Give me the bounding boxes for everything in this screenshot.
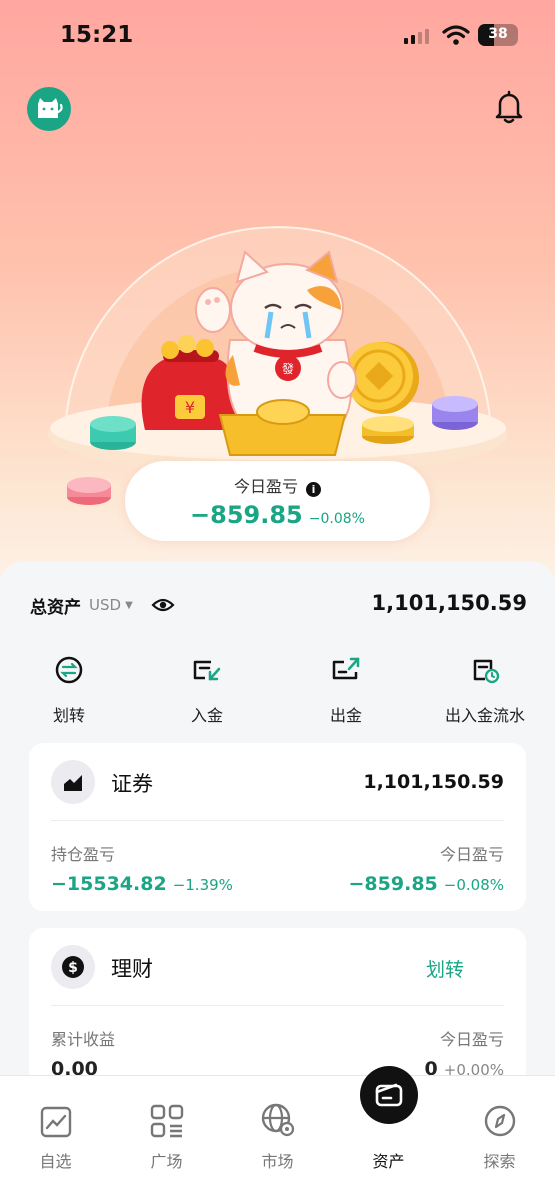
wealth-title: 理财 [111,957,153,981]
divider [51,1005,504,1006]
securities-today-pnl-percent: −0.08% [443,876,504,894]
wifi-icon [442,25,470,45]
currency-selector[interactable]: USD [89,596,121,614]
svg-text:$: $ [68,960,78,976]
status-bar: 15:21 38 [0,0,555,76]
action-transfer[interactable]: 划转 [14,652,124,726]
today-pnl-value: −859.85 [190,501,303,529]
total-assets-value: 1,101,150.59 [371,591,527,615]
avatar[interactable] [27,87,71,131]
compass-icon [484,1105,515,1137]
caret-down-icon[interactable]: ▼ [125,600,133,611]
stock-chart-icon [64,775,82,791]
tab-market[interactable]: 市场 [222,1076,333,1172]
tab-label: 探索 [483,1152,516,1171]
tab-explore[interactable]: 探索 [444,1076,555,1172]
today-pnl-label: 今日盈亏 [233,477,298,496]
tab-label: 资产 [372,1152,405,1171]
market-globe-icon [261,1103,294,1137]
today-pnl-percent: −0.08% [308,511,365,527]
action-label: 出金 [329,706,362,725]
action-label: 出入金流水 [444,706,525,725]
history-icon [473,659,500,684]
today-pnl-pill: 今日盈亏 i −859.85 −0.08% [125,461,430,541]
cat-avatar-icon [38,98,63,118]
total-assets-row: 总资产 USD ▼ [30,592,175,618]
wealth-transfer-link[interactable]: 划转 [426,955,464,982]
withdraw-icon [332,657,360,680]
tab-label: 自选 [39,1152,72,1171]
bag-yen-symbol: ¥ [185,398,195,417]
square-icon [150,1104,183,1138]
battery-icon: 38 [478,24,518,46]
wealth-card[interactable]: $ 理财 划转 累计收益 今日盈亏 0.00 0 +0.00% [29,928,526,1088]
mascot-badge-text: 發 [282,361,294,376]
action-label: 入金 [190,706,223,725]
action-deposit[interactable]: 入金 [152,652,262,726]
status-time: 15:21 [60,22,134,48]
securities-card[interactable]: 证券 1,101,150.59 持仓盈亏 今日盈亏 −15534.82 −1.39… [29,743,526,911]
notification-bell-icon[interactable] [490,88,528,126]
cumulative-return-label: 累计收益 [51,1030,116,1049]
securities-today-pnl-label: 今日盈亏 [439,845,504,864]
deposit-icon [193,660,221,681]
securities-amount: 1,101,150.59 [363,771,504,793]
battery-level: 38 [488,26,508,42]
tab-label: 广场 [150,1152,183,1171]
tab-square[interactable]: 广场 [111,1076,222,1172]
quick-actions: 划转 入金 出金 出入金流水 [0,652,555,732]
tab-assets[interactable]: 资产 [333,1066,444,1172]
position-pnl-percent: −1.39% [172,876,233,894]
transfer-icon [55,656,83,684]
position-pnl-value: −15534.82 [51,873,167,895]
securities-title: 证券 [111,772,153,796]
bottom-tab-bar: 自选 广场 市场 资产 探索 [0,1066,555,1200]
action-history[interactable]: 出入金流水 [430,652,540,726]
action-withdraw[interactable]: 出金 [291,652,401,726]
wallet-icon [375,1083,402,1107]
info-icon[interactable]: i [306,482,321,497]
watchlist-icon [40,1106,71,1138]
divider [51,820,504,821]
total-assets-label: 总资产 [30,597,81,618]
action-label: 划转 [52,706,85,725]
tab-label: 市场 [261,1152,294,1171]
tab-watchlist[interactable]: 自选 [0,1076,111,1172]
eye-icon[interactable] [151,596,175,614]
cellular-signal-icon [404,28,429,44]
dollar-icon: $ [62,956,84,978]
securities-today-pnl-value: −859.85 [348,873,438,895]
position-pnl-label: 持仓盈亏 [51,845,116,864]
wealth-today-pnl-label: 今日盈亏 [439,1030,504,1049]
